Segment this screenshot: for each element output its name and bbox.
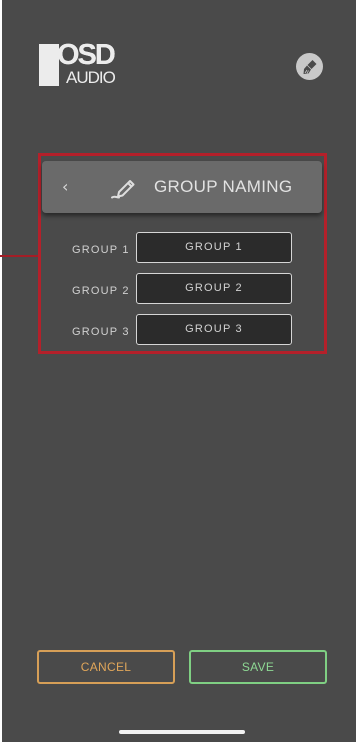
pen-edit-icon [110,173,140,201]
home-indicator[interactable] [119,730,245,734]
logo-bottom-text: AUDIO [66,68,116,87]
page-title: GROUP NAMING [154,177,293,196]
group-2-label: GROUP 2 [72,285,130,297]
app-screen: OSD AUDIO ‹ GROUP NAMING GROUP 1 GROUP 1… [0,0,356,742]
logo-mark [39,44,59,86]
save-button[interactable]: SAVE [189,650,327,684]
logo-top-text: OSD [57,39,116,71]
group-2-name-field[interactable]: GROUP 2 [136,273,292,304]
chevron-left-icon[interactable]: ‹ [62,177,68,196]
cancel-button[interactable]: CANCEL [37,650,175,684]
group-3-name-field[interactable]: GROUP 3 [136,314,292,345]
annotation-line [0,255,40,257]
group-naming-header: ‹ GROUP NAMING [42,161,322,213]
group-1-label: GROUP 1 [72,244,130,256]
group-3-label: GROUP 3 [72,326,130,338]
osd-audio-logo: OSD AUDIO [39,40,129,88]
broom-icon[interactable] [296,53,323,80]
group-1-name-field[interactable]: GROUP 1 [136,232,292,263]
